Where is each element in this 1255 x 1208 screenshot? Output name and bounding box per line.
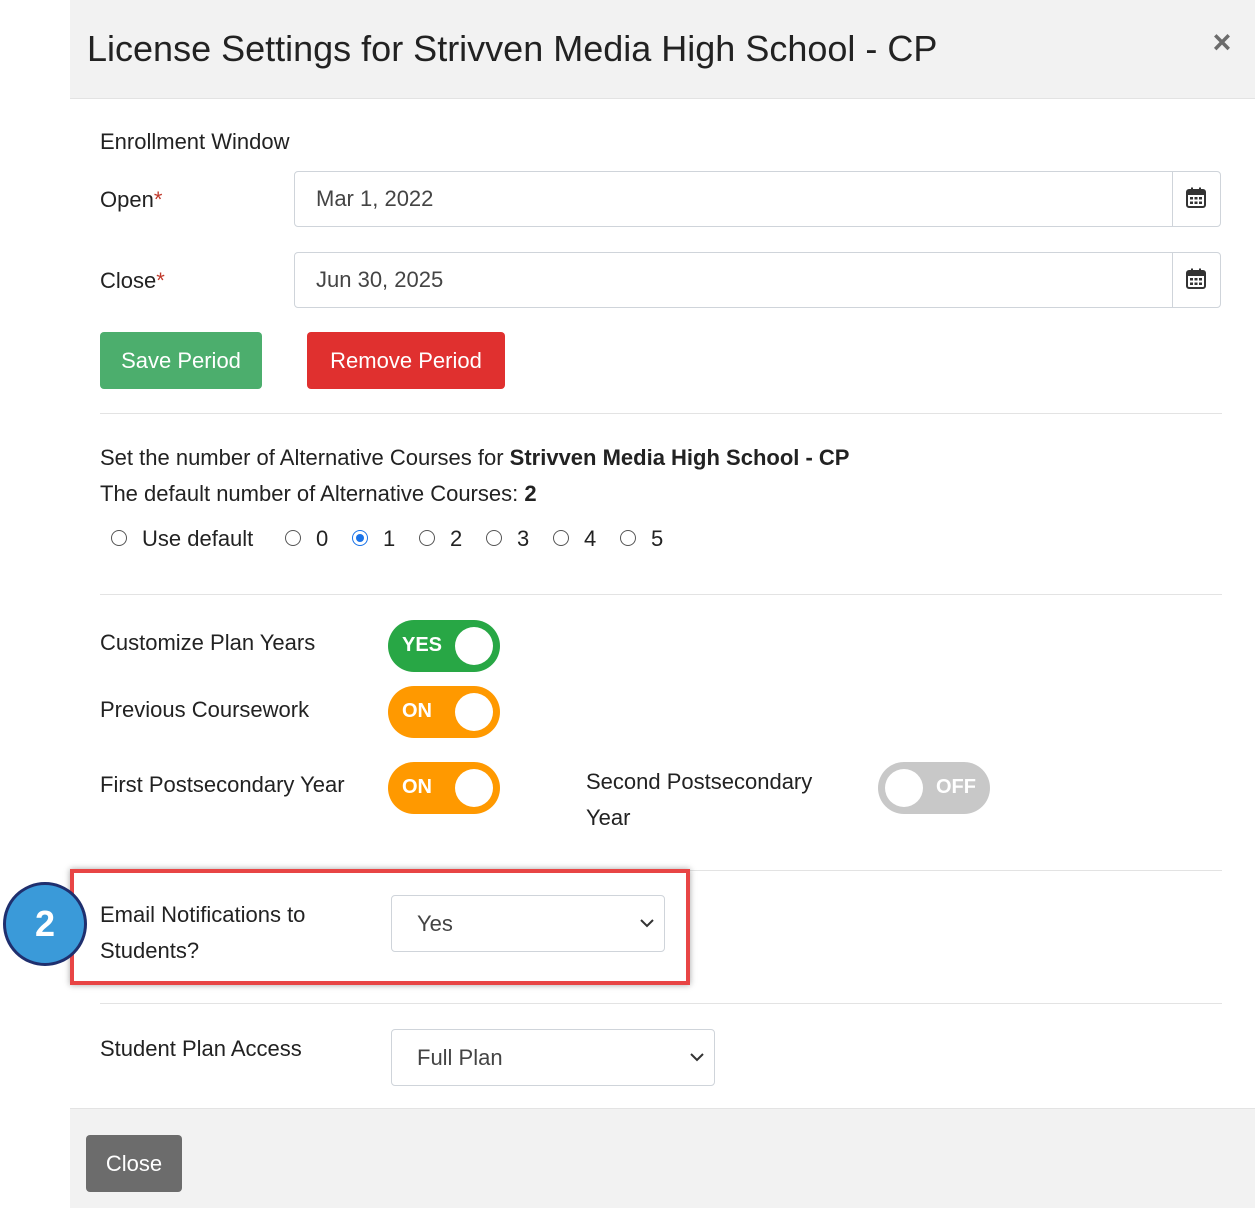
radio-circle[interactable] xyxy=(419,530,435,546)
open-date-input[interactable]: Mar 1, 2022 xyxy=(294,171,1221,227)
chevron-down-icon xyxy=(690,1053,704,1062)
required-mark: * xyxy=(153,187,163,212)
first-postsecondary-toggle[interactable]: ON xyxy=(388,762,500,814)
default-alternatives-text: The default number of Alternative Course… xyxy=(100,481,537,507)
divider xyxy=(100,594,1222,595)
student-plan-access-value: Full Plan xyxy=(417,1045,503,1070)
previous-coursework-label: Previous Coursework xyxy=(100,697,310,722)
radio-label: 0 xyxy=(316,526,329,551)
open-label: Open* xyxy=(100,187,162,213)
divider xyxy=(100,1003,1222,1004)
previous-coursework-toggle[interactable]: ON xyxy=(388,686,500,738)
school-name: Strivven Media High School - CP xyxy=(509,445,850,470)
default-alternatives-prefix: The default number of Alternative Course… xyxy=(100,481,525,506)
toggle-knob xyxy=(455,769,493,807)
close-date-value: Jun 30, 2025 xyxy=(316,267,444,292)
calendar-icon xyxy=(1186,268,1206,289)
close-label-text: Close xyxy=(100,268,157,293)
radio-label: Use default xyxy=(142,526,254,551)
toggle-state-label: OFF xyxy=(936,776,976,798)
enrollment-window-heading: Enrollment Window xyxy=(100,129,290,154)
modal-footer: Close xyxy=(70,1108,1255,1208)
radio-label: 2 xyxy=(450,526,463,551)
toggle-state-label: YES xyxy=(402,634,443,656)
license-settings-modal: License Settings for Strivven Media High… xyxy=(70,0,1255,1208)
default-alternatives-count: 2 xyxy=(524,481,537,506)
close-icon[interactable]: × xyxy=(1210,26,1234,58)
remove-period-button[interactable]: Remove Period xyxy=(307,332,505,389)
save-period-button[interactable]: Save Period xyxy=(100,332,262,389)
divider xyxy=(100,413,1222,414)
open-date-value: Mar 1, 2022 xyxy=(316,186,434,211)
radio-circle[interactable] xyxy=(111,530,127,546)
toggle-knob xyxy=(455,627,493,665)
toggle-knob xyxy=(885,769,923,807)
student-plan-access-label: Student Plan Access xyxy=(100,1036,302,1061)
second-postsecondary-label-line2: Year xyxy=(586,805,631,830)
close-calendar-button[interactable] xyxy=(1172,253,1220,307)
student-plan-access-select[interactable]: Full Plan xyxy=(391,1029,715,1086)
radio-circle[interactable] xyxy=(486,530,502,546)
radio-label: 4 xyxy=(584,526,597,551)
toggle-knob xyxy=(455,693,493,731)
radio-circle-selected[interactable] xyxy=(352,530,368,546)
calendar-icon xyxy=(1186,187,1206,208)
step-number-badge: 2 xyxy=(3,882,87,966)
radio-label: 1 xyxy=(383,526,396,551)
second-postsecondary-toggle[interactable]: OFF xyxy=(878,762,990,814)
customize-plan-years-toggle[interactable]: YES xyxy=(388,620,500,672)
close-button[interactable]: Close xyxy=(86,1135,182,1192)
toggle-state-label: ON xyxy=(402,776,432,798)
radio-circle[interactable] xyxy=(285,530,301,546)
radio-label: 3 xyxy=(517,526,530,551)
first-postsecondary-label: First Postsecondary Year xyxy=(100,772,345,797)
close-date-label: Close* xyxy=(100,268,165,294)
radio-circle[interactable] xyxy=(553,530,569,546)
customize-plan-years-label: Customize Plan Years xyxy=(100,630,316,655)
open-label-text: Open xyxy=(100,187,154,212)
radio-label: 5 xyxy=(651,526,664,551)
second-postsecondary-label-line1: Second Postsecondary xyxy=(586,769,813,794)
toggle-state-label: ON xyxy=(402,700,432,722)
highlight-box xyxy=(70,869,690,985)
close-date-input[interactable]: Jun 30, 2025 xyxy=(294,252,1221,308)
modal-title: License Settings for Strivven Media High… xyxy=(87,28,938,69)
modal-header: License Settings for Strivven Media High… xyxy=(70,0,1255,99)
required-mark: * xyxy=(156,268,165,293)
open-calendar-button[interactable] xyxy=(1172,172,1220,226)
alternative-courses-prefix: Set the number of Alternative Courses fo… xyxy=(100,445,510,470)
radio-circle[interactable] xyxy=(620,530,636,546)
alternative-courses-text: Set the number of Alternative Courses fo… xyxy=(100,445,850,471)
